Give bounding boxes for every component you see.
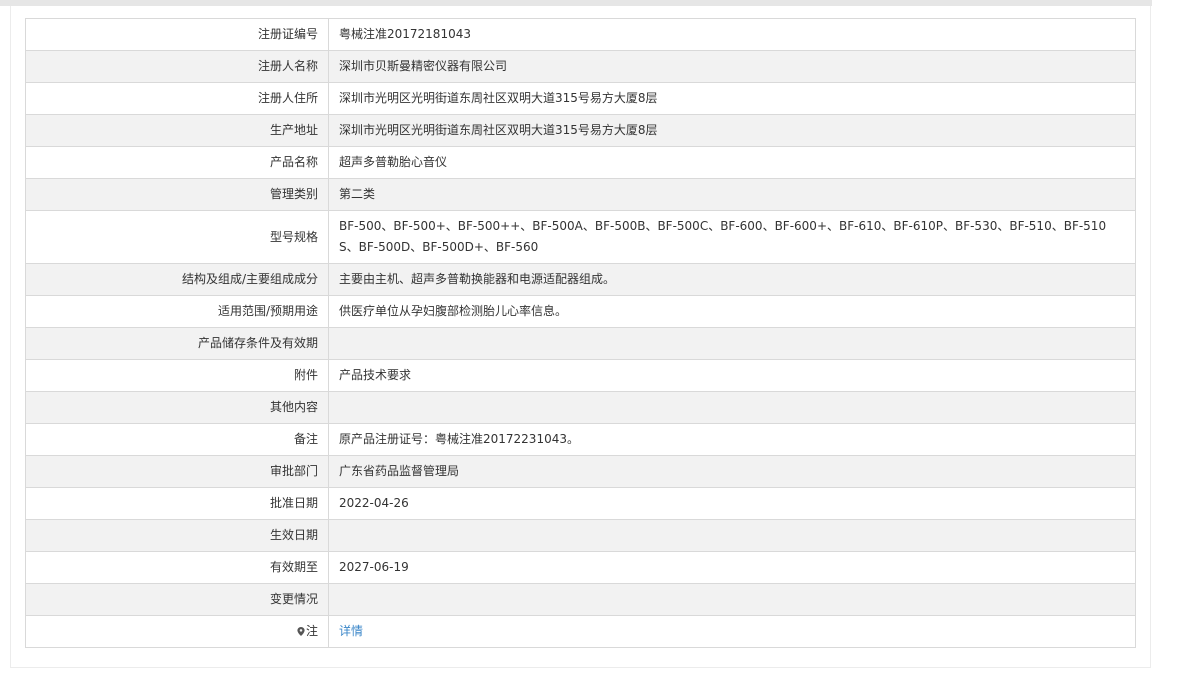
table-row: 审批部门 广东省药品监督管理局 [25, 455, 1136, 488]
field-label: 注册证编号 [25, 18, 329, 51]
table-row: 其他内容 [25, 391, 1136, 424]
field-value: 广东省药品监督管理局 [328, 455, 1136, 488]
field-value: 供医疗单位从孕妇腹部检测胎儿心率信息。 [328, 295, 1136, 328]
note-value-cell: 详情 [328, 615, 1136, 648]
table-row: 变更情况 [25, 583, 1136, 616]
table-row: 有效期至 2027-06-19 [25, 551, 1136, 584]
field-value: BF-500、BF-500+、BF-500++、BF-500A、BF-500B、… [328, 210, 1136, 264]
table-row: 注 详情 [25, 615, 1136, 648]
field-label: 产品储存条件及有效期 [25, 327, 329, 360]
field-value: 超声多普勒胎心音仪 [328, 146, 1136, 179]
note-label-cell: 注 [25, 615, 329, 648]
table-row: 产品名称 超声多普勒胎心音仪 [25, 146, 1136, 179]
registration-detail-table: 注册证编号 粤械注准20172181043 注册人名称 深圳市贝斯曼精密仪器有限… [25, 18, 1136, 648]
field-label: 审批部门 [25, 455, 329, 488]
field-label: 有效期至 [25, 551, 329, 584]
field-value: 深圳市贝斯曼精密仪器有限公司 [328, 50, 1136, 83]
field-value: 第二类 [328, 178, 1136, 211]
field-label: 注册人名称 [25, 50, 329, 83]
field-value: 原产品注册证号：粤械注准20172231043。 [328, 423, 1136, 456]
table-row: 注册人住所 深圳市光明区光明街道东周社区双明大道315号易方大厦8层 [25, 82, 1136, 115]
field-value: 2027-06-19 [328, 551, 1136, 584]
field-value: 主要由主机、超声多普勒换能器和电源适配器组成。 [328, 263, 1136, 296]
field-value: 深圳市光明区光明街道东周社区双明大道315号易方大厦8层 [328, 82, 1136, 115]
field-label: 生产地址 [25, 114, 329, 147]
field-label: 附件 [25, 359, 329, 392]
table-row: 注册证编号 粤械注准20172181043 [25, 18, 1136, 51]
field-value [328, 583, 1136, 616]
field-label: 结构及组成/主要组成成分 [25, 263, 329, 296]
field-value: 产品技术要求 [328, 359, 1136, 392]
field-label: 其他内容 [25, 391, 329, 424]
field-label: 适用范围/预期用途 [25, 295, 329, 328]
table-row: 适用范围/预期用途 供医疗单位从孕妇腹部检测胎儿心率信息。 [25, 295, 1136, 328]
field-value [328, 327, 1136, 360]
table-row: 附件 产品技术要求 [25, 359, 1136, 392]
field-label: 注册人住所 [25, 82, 329, 115]
field-label: 型号规格 [25, 210, 329, 264]
field-value: 粤械注准20172181043 [328, 18, 1136, 51]
field-label: 备注 [25, 423, 329, 456]
details-link[interactable]: 详情 [339, 624, 363, 638]
table-row: 批准日期 2022-04-26 [25, 487, 1136, 520]
table-row: 结构及组成/主要组成成分 主要由主机、超声多普勒换能器和电源适配器组成。 [25, 263, 1136, 296]
table-row: 产品储存条件及有效期 [25, 327, 1136, 360]
location-pin-icon [297, 627, 305, 636]
field-value [328, 391, 1136, 424]
table-row: 型号规格 BF-500、BF-500+、BF-500++、BF-500A、BF-… [25, 210, 1136, 264]
note-label: 注 [305, 624, 318, 638]
field-label: 批准日期 [25, 487, 329, 520]
field-value: 深圳市光明区光明街道东周社区双明大道315号易方大厦8层 [328, 114, 1136, 147]
field-label: 变更情况 [25, 583, 329, 616]
table-row: 注册人名称 深圳市贝斯曼精密仪器有限公司 [25, 50, 1136, 83]
field-value [328, 519, 1136, 552]
table-row: 管理类别 第二类 [25, 178, 1136, 211]
table-row: 备注 原产品注册证号：粤械注准20172231043。 [25, 423, 1136, 456]
field-label: 生效日期 [25, 519, 329, 552]
table-row: 生产地址 深圳市光明区光明街道东周社区双明大道315号易方大厦8层 [25, 114, 1136, 147]
field-label: 管理类别 [25, 178, 329, 211]
field-value: 2022-04-26 [328, 487, 1136, 520]
field-label: 产品名称 [25, 146, 329, 179]
table-row: 生效日期 [25, 519, 1136, 552]
